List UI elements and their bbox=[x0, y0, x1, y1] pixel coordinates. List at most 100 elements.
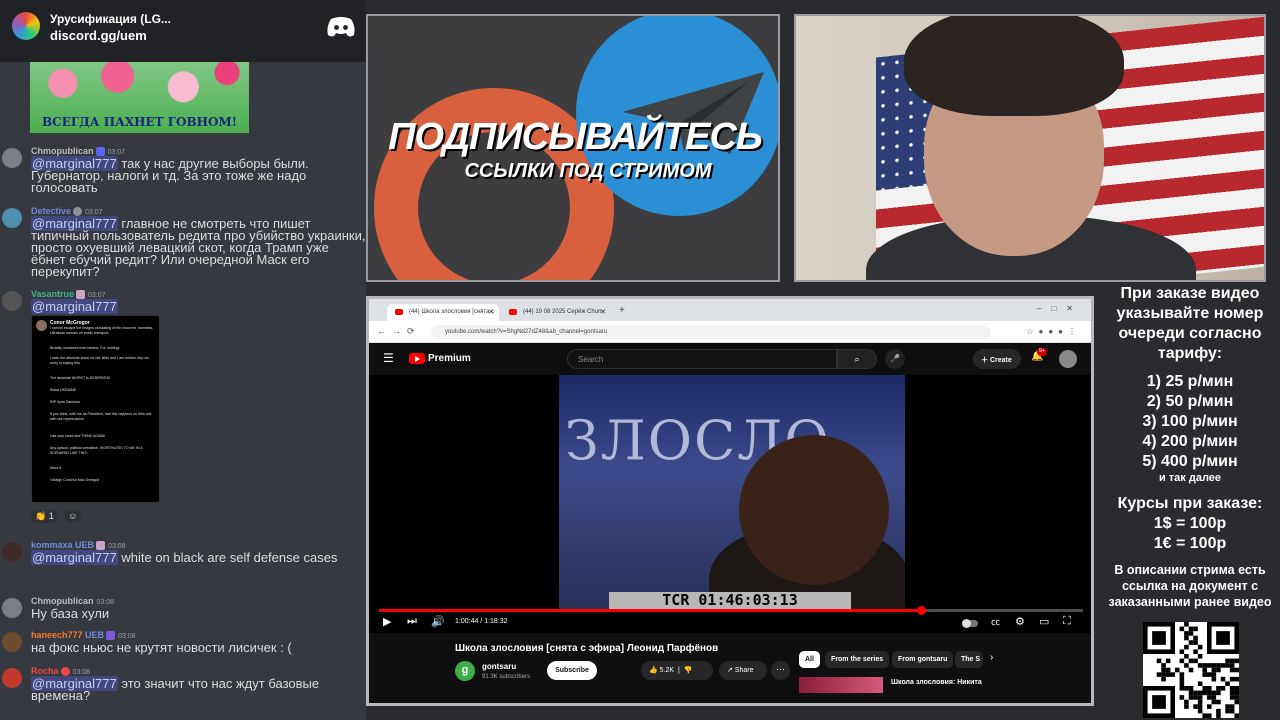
menu-icon[interactable]: ☰ bbox=[383, 351, 394, 365]
like-button[interactable]: 👍 5.2K | 👎 bbox=[641, 661, 713, 680]
order-instructions: При заказе видео указывайте номер очеред… bbox=[1116, 285, 1264, 362]
browser-window: (44) Школа злословия [снята с ✕ (44) 19 … bbox=[366, 296, 1094, 706]
invite-link[interactable]: discord.gg/uem bbox=[50, 28, 147, 43]
recommended-thumbnail[interactable] bbox=[799, 677, 883, 693]
banner-title: ПОДПИСЫВАЙТЕСЬ bbox=[388, 116, 763, 158]
server-name: Урусификация (LG... bbox=[50, 12, 171, 26]
video-frame: ЗЛОСЛО bbox=[559, 375, 905, 611]
message-author: kommaxa UEB 03:08 bbox=[31, 540, 126, 551]
tweet-line: Vótáigh Conchúr Mac Gréagóir bbox=[50, 478, 100, 482]
tariff-item: 4) 200 р/мин bbox=[1142, 433, 1238, 450]
youtube-favicon-icon bbox=[509, 309, 517, 315]
youtube-header: ☰ Premium Search ⌕ 🎤 ＋ Create 🔔 9+ bbox=[369, 343, 1091, 375]
account-avatar[interactable] bbox=[1059, 350, 1077, 368]
avatar bbox=[2, 542, 22, 562]
settings-gear-icon[interactable]: ⚙ bbox=[1015, 615, 1025, 628]
tweet-line: I cannot escape the images circulating o… bbox=[50, 326, 154, 335]
progress-bar[interactable] bbox=[379, 606, 1083, 615]
tariff-item: 1) 25 р/мин bbox=[1146, 373, 1234, 390]
meme-caption: ВСЕГДА ПАХНЕТ ГОВНОМ! bbox=[42, 115, 237, 129]
chip-from-the-series[interactable]: From the series bbox=[825, 651, 890, 668]
tariff-list: 1) 25 р/мин 2) 50 р/мин 3) 100 р/мин 4) … bbox=[1100, 372, 1280, 484]
tweet-line: Use your head and THINK AGAIN! bbox=[50, 434, 106, 438]
subscribe-banner: ПОДПИСЫВАЙТЕСЬ ССЫЛКИ ПОД СТРИМОМ bbox=[366, 14, 780, 282]
server-icon bbox=[12, 12, 40, 40]
avatar bbox=[2, 632, 22, 652]
tweet-line: I wish the absolute worst for her killer… bbox=[50, 356, 149, 365]
subscribe-button[interactable]: Subscribe bbox=[547, 661, 597, 680]
search-input[interactable]: Search bbox=[567, 349, 837, 369]
avatar bbox=[2, 148, 22, 168]
tweet-line: Slava UKRAINE bbox=[50, 388, 76, 392]
video-player[interactable]: ЗЛОСЛО TCR 01:46:03:13 bbox=[369, 375, 1091, 633]
badge-icon bbox=[96, 541, 106, 551]
message-author: Vasantrue 03:07 bbox=[31, 289, 106, 300]
tariff-item: 3) 100 р/мин bbox=[1142, 413, 1238, 430]
new-tab-button[interactable]: + bbox=[619, 305, 625, 316]
window-controls[interactable]: –□✕ bbox=[1037, 304, 1083, 313]
volume-icon[interactable]: 🔊 bbox=[431, 615, 445, 628]
channel-name[interactable]: gontsaru bbox=[482, 662, 516, 671]
create-button[interactable]: ＋ Create bbox=[973, 349, 1021, 369]
tweet-line: Any optical, political verbalism, WORTHL… bbox=[50, 446, 143, 455]
nav-buttons[interactable]: ←→⟳ bbox=[377, 326, 421, 337]
chip-all[interactable]: All bbox=[799, 651, 820, 668]
close-tab-icon[interactable]: ✕ bbox=[488, 308, 494, 316]
badge-icon bbox=[76, 290, 86, 300]
flower-meme-image: ВСЕГДА ПАХНЕТ ГОВНОМ! bbox=[30, 62, 249, 133]
tab-strip: (44) Школа злословия [снята с ✕ (44) 19 … bbox=[369, 299, 1091, 321]
badge-icon bbox=[60, 667, 70, 677]
message-text: @marginal777 bbox=[31, 299, 118, 314]
avatar bbox=[2, 598, 22, 618]
tweet-line: Save it. bbox=[50, 466, 62, 470]
play-icon[interactable]: ▶ bbox=[383, 615, 391, 628]
subtitles-icon[interactable]: ㏄ bbox=[991, 615, 1000, 628]
tab-second-video[interactable]: (44) 19 08 2025 Серёж Chun ✕ bbox=[501, 304, 611, 321]
close-tab-icon[interactable]: ✕ bbox=[600, 308, 606, 316]
avatar bbox=[2, 291, 22, 311]
more-actions-icon[interactable]: ⋯ bbox=[771, 661, 790, 680]
channel-avatar[interactable]: g bbox=[455, 661, 475, 681]
message-author: haneech777 UEB 03:08 bbox=[31, 630, 136, 641]
tweet-screenshot[interactable]: Conor McGregor I cannot escape the image… bbox=[31, 315, 160, 503]
message-text: @marginal777 так у нас другие выборы был… bbox=[31, 156, 309, 195]
banner-subtitle: ССЫЛКИ ПОД СТРИМОМ bbox=[464, 160, 712, 182]
theater-mode-icon[interactable]: ▭ bbox=[1039, 615, 1049, 628]
courses-title: Курсы при заказе: bbox=[1117, 495, 1263, 512]
description-note: В описании стрима есть ссылка на докумен… bbox=[1108, 563, 1272, 609]
message-author: Detective 03:07 bbox=[31, 206, 103, 217]
badge-icon bbox=[95, 147, 105, 157]
next-icon[interactable]: ⏭ bbox=[407, 615, 417, 628]
youtube-logo-icon[interactable] bbox=[409, 353, 425, 364]
tariff-item: 5) 400 р/мин bbox=[1142, 453, 1238, 470]
host-head bbox=[739, 435, 889, 585]
fullscreen-icon[interactable]: ⛶ bbox=[1063, 615, 1071, 628]
youtube-favicon-icon bbox=[395, 309, 403, 315]
search-icon[interactable]: ⌕ bbox=[837, 349, 877, 369]
chip-the-s[interactable]: The S bbox=[955, 651, 983, 668]
microphone-icon[interactable]: 🎤 bbox=[885, 349, 905, 369]
avatar bbox=[2, 668, 22, 688]
badge-icon bbox=[106, 631, 116, 641]
add-reaction-icon[interactable]: ☺ bbox=[64, 510, 82, 522]
discord-header: Урусификация (LG... discord.gg/uem bbox=[0, 0, 366, 62]
share-button[interactable]: ↗ Share bbox=[719, 661, 767, 680]
message-text: Ну база хули bbox=[31, 606, 110, 621]
video-details: Школа злословия [снята с эфира] Леонид П… bbox=[369, 633, 1091, 703]
chevron-right-icon[interactable]: › bbox=[990, 652, 993, 663]
extension-icons[interactable]: ☆●●●⋮ bbox=[1026, 327, 1081, 336]
youtube-brand[interactable]: Premium bbox=[428, 353, 471, 364]
tab-school-of-slander[interactable]: (44) Школа злословия [снята с ✕ bbox=[387, 304, 499, 321]
webcam-feed bbox=[794, 14, 1266, 282]
reaction-pill[interactable]: 👏 1 bbox=[31, 510, 58, 523]
video-title: Школа злословия [снята с эфира] Леонид П… bbox=[455, 643, 719, 654]
timecode-overlay: TCR 01:46:03:13 bbox=[609, 592, 851, 609]
autoplay-toggle[interactable] bbox=[962, 619, 978, 628]
chip-from-gontsaru[interactable]: From gontsaru bbox=[892, 651, 954, 668]
recommended-title[interactable]: Школа злословия: Никита bbox=[891, 679, 982, 686]
qr-code-icon bbox=[1143, 622, 1239, 718]
url-field[interactable]: youtube.com/watch?v=ShgNd27dZ48&ab_chann… bbox=[431, 325, 991, 339]
exchange-rates: Курсы при заказе: 1$ = 100р 1€ = 100р bbox=[1100, 494, 1280, 554]
tweet-line: RIP Iryna Zarutska bbox=[50, 400, 80, 404]
time-display: 1:00:44 / 1:18:32 bbox=[455, 618, 508, 625]
